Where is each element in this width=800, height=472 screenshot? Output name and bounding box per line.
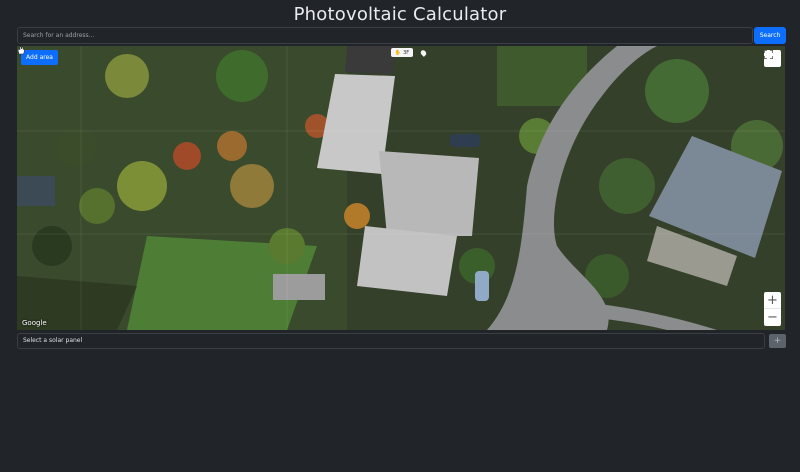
- fullscreen-icon: [764, 50, 773, 59]
- compass-label: 3F: [403, 49, 410, 56]
- zoom-out-button[interactable]: −: [764, 309, 781, 326]
- satellite-imagery: [17, 46, 785, 330]
- add-solar-panel-button[interactable]: +: [769, 334, 786, 348]
- zoom-in-button[interactable]: +: [764, 292, 781, 309]
- satellite-map[interactable]: Add area ✋ 3F + − Google: [17, 46, 785, 330]
- hand-cursor-icon: [17, 46, 25, 55]
- google-attribution: Google: [22, 319, 47, 327]
- address-search-input[interactable]: [17, 27, 753, 44]
- solar-panel-select[interactable]: Select a solar panel: [17, 333, 765, 349]
- solar-panel-row: Select a solar panel +: [17, 333, 786, 349]
- search-button[interactable]: Search: [754, 27, 786, 44]
- page-title: Photovoltaic Calculator: [293, 4, 507, 25]
- map-compass-chip[interactable]: ✋ 3F: [391, 48, 413, 57]
- address-search-bar: Search: [17, 27, 786, 44]
- add-area-button[interactable]: Add area: [21, 50, 58, 65]
- fullscreen-button[interactable]: [764, 50, 781, 67]
- hand-icon: ✋: [394, 49, 402, 56]
